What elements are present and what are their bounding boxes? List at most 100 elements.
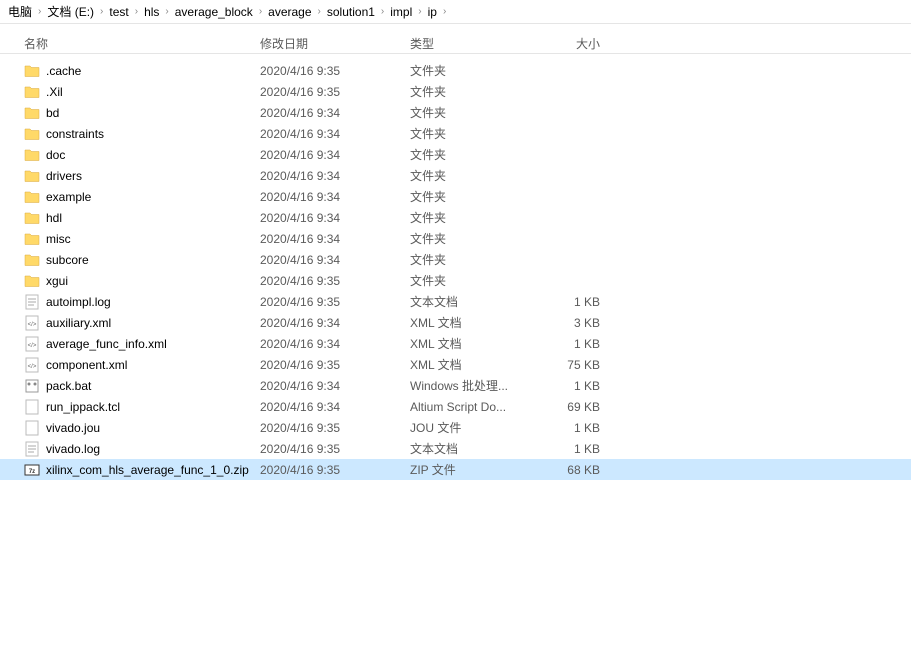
file-name-label: run_ippack.tcl [46, 400, 120, 414]
file-name-cell: hdl [0, 210, 260, 226]
file-row[interactable]: bd2020/4/16 9:34文件夹 [0, 102, 911, 123]
file-row[interactable]: autoimpl.log2020/4/16 9:35文本文档1 KB [0, 291, 911, 312]
file-date-cell: 2020/4/16 9:34 [260, 211, 410, 225]
folder-icon [24, 168, 40, 184]
breadcrumb[interactable]: 电脑 › 文档 (E:) › test › hls › average_block › averag… [0, 0, 911, 24]
breadcrumb-item[interactable]: 文档 (E:) [45, 3, 96, 20]
file-type-cell: XML 文档 [410, 335, 530, 352]
file-size-cell: 1 KB [530, 295, 620, 309]
file-name-cell: xgui [0, 273, 260, 289]
file-row[interactable]: </>average_func_info.xml2020/4/16 9:34XM… [0, 333, 911, 354]
column-header-date[interactable]: 修改日期 [260, 35, 410, 52]
file-date-cell: 2020/4/16 9:34 [260, 232, 410, 246]
file-row[interactable]: </>component.xml2020/4/16 9:35XML 文档75 K… [0, 354, 911, 375]
breadcrumb-item[interactable]: average [266, 5, 313, 19]
file-row[interactable]: vivado.jou2020/4/16 9:35JOU 文件1 KB [0, 417, 911, 438]
file-name-label: drivers [46, 169, 82, 183]
file-name-cell: pack.bat [0, 378, 260, 394]
file-size-cell: 3 KB [530, 316, 620, 330]
file-type-cell: 文件夹 [410, 167, 530, 184]
file-size-cell: 68 KB [530, 463, 620, 477]
file-type-cell: 文件夹 [410, 272, 530, 289]
folder-icon [24, 147, 40, 163]
text-icon [24, 441, 40, 457]
file-type-cell: ZIP 文件 [410, 461, 530, 478]
breadcrumb-item[interactable]: test [107, 5, 130, 19]
file-name-label: subcore [46, 253, 89, 267]
file-type-cell: 文件夹 [410, 188, 530, 205]
file-row[interactable]: example 2020/4/16 9:34文件夹 [0, 186, 911, 207]
svg-text:</>: </> [28, 322, 37, 328]
file-type-cell: 文件夹 [410, 251, 530, 268]
chevron-right-icon[interactable]: › [165, 6, 168, 17]
column-header-size[interactable]: 大小 [530, 35, 620, 52]
file-name-cell: vivado.log [0, 441, 260, 457]
file-row[interactable]: misc2020/4/16 9:34文件夹 [0, 228, 911, 249]
breadcrumb-item[interactable]: hls [142, 5, 161, 19]
svg-text:</>: </> [28, 364, 37, 370]
file-type-cell: 文件夹 [410, 230, 530, 247]
file-row[interactable]: constraints2020/4/16 9:34文件夹 [0, 123, 911, 144]
file-row[interactable]: vivado.log2020/4/16 9:35文本文档1 KB [0, 438, 911, 459]
file-date-cell: 2020/4/16 9:34 [260, 379, 410, 393]
file-row[interactable]: .cache2020/4/16 9:35文件夹 [0, 60, 911, 81]
file-date-cell: 2020/4/16 9:35 [260, 295, 410, 309]
file-date-cell: 2020/4/16 9:34 [260, 316, 410, 330]
file-name-cell: bd [0, 105, 260, 121]
file-date-cell: 2020/4/16 9:35 [260, 274, 410, 288]
chevron-right-icon[interactable]: › [318, 6, 321, 17]
file-type-cell: 文本文档 [410, 293, 530, 310]
xml-icon: </> [24, 315, 40, 331]
file-type-cell: XML 文档 [410, 356, 530, 373]
chevron-right-icon[interactable]: › [443, 6, 446, 17]
folder-icon [24, 84, 40, 100]
file-name-cell: 7zxilinx_com_hls_average_func_1_0.zip [0, 462, 260, 478]
chevron-right-icon[interactable]: › [135, 6, 138, 17]
folder-icon [24, 63, 40, 79]
file-row[interactable]: pack.bat2020/4/16 9:34Windows 批处理...1 KB [0, 375, 911, 396]
file-name-cell: drivers [0, 168, 260, 184]
file-name-cell: example [0, 189, 260, 205]
file-size-cell: 1 KB [530, 442, 620, 456]
file-type-cell: 文本文档 [410, 440, 530, 457]
breadcrumb-item[interactable]: solution1 [325, 5, 377, 19]
file-row[interactable]: </>auxiliary.xml2020/4/16 9:34XML 文档3 KB [0, 312, 911, 333]
file-type-cell: 文件夹 [410, 209, 530, 226]
file-size-cell: 69 KB [530, 400, 620, 414]
file-row[interactable]: .Xil2020/4/16 9:35文件夹 [0, 81, 911, 102]
file-date-cell: 2020/4/16 9:35 [260, 442, 410, 456]
file-name-label: example [46, 190, 91, 204]
file-type-cell: Windows 批处理... [410, 377, 530, 394]
breadcrumb-item[interactable]: 电脑 [6, 3, 34, 20]
breadcrumb-item[interactable]: ip [426, 5, 439, 19]
folder-icon [24, 252, 40, 268]
file-row[interactable]: hdl2020/4/16 9:34文件夹 [0, 207, 911, 228]
file-row[interactable]: drivers2020/4/16 9:34文件夹 [0, 165, 911, 186]
file-row[interactable]: 7zxilinx_com_hls_average_func_1_0.zip202… [0, 459, 911, 480]
chevron-right-icon[interactable]: › [381, 6, 384, 17]
breadcrumb-item[interactable]: average_block [173, 5, 255, 19]
file-name-cell: .cache [0, 63, 260, 79]
file-size-cell: 1 KB [530, 421, 620, 435]
chevron-right-icon[interactable]: › [38, 6, 41, 17]
column-header-type[interactable]: 类型 [410, 35, 530, 52]
breadcrumb-item[interactable]: impl [388, 5, 414, 19]
file-name-cell: autoimpl.log [0, 294, 260, 310]
file-row[interactable]: subcore2020/4/16 9:34文件夹 [0, 249, 911, 270]
file-row[interactable]: xgui 2020/4/16 9:35文件夹 [0, 270, 911, 291]
file-name-cell: misc [0, 231, 260, 247]
folder-icon [24, 210, 40, 226]
file-date-cell: 2020/4/16 9:34 [260, 106, 410, 120]
file-type-cell: 文件夹 [410, 125, 530, 142]
file-row[interactable]: doc2020/4/16 9:34文件夹 [0, 144, 911, 165]
file-name-label: xgui [46, 274, 68, 288]
chevron-right-icon[interactable]: › [100, 6, 103, 17]
file-icon [24, 399, 40, 415]
chevron-right-icon[interactable]: › [418, 6, 421, 17]
chevron-right-icon[interactable]: › [259, 6, 262, 17]
column-header-name[interactable]: 名称 [0, 35, 260, 52]
file-row[interactable]: run_ippack.tcl2020/4/16 9:34Altium Scrip… [0, 396, 911, 417]
file-type-cell: Altium Script Do... [410, 400, 530, 414]
file-date-cell: 2020/4/16 9:34 [260, 190, 410, 204]
file-name-label: .cache [46, 64, 81, 78]
